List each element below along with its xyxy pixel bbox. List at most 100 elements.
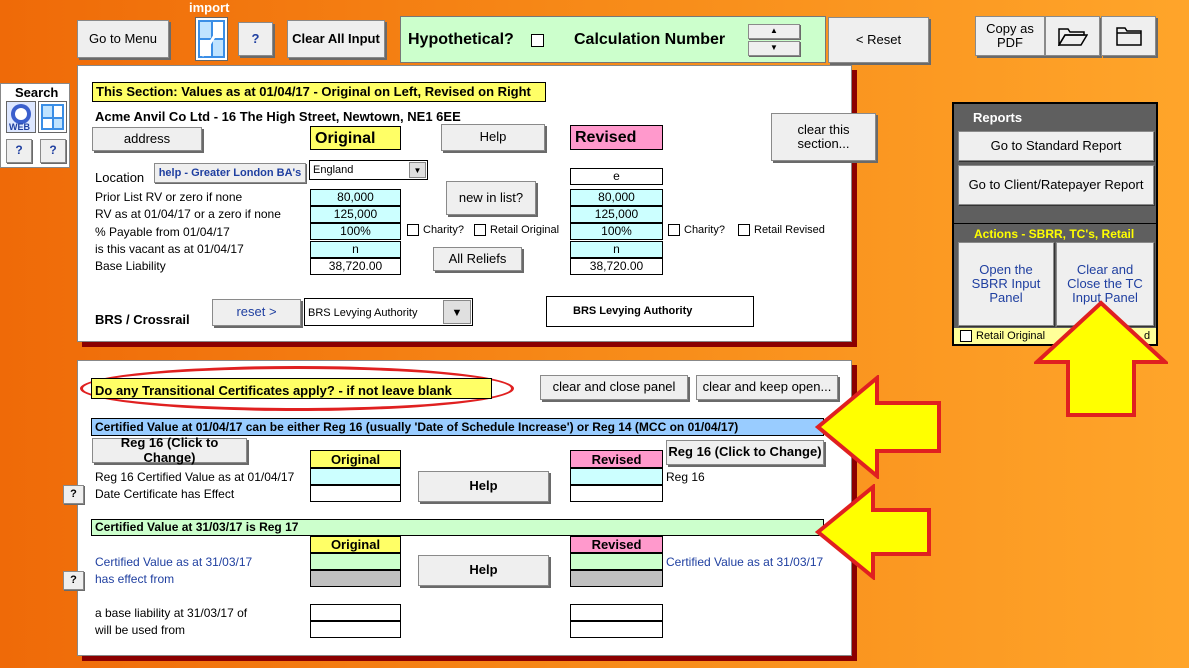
original-payable-input[interactable]: 100%: [310, 223, 401, 240]
reg17-original-value-input[interactable]: [310, 553, 401, 570]
window-search-icon[interactable]: [38, 101, 67, 133]
vacant-label: is this vacant as at 01/04/17: [95, 242, 244, 256]
clear-this-section-button[interactable]: clear this section...: [771, 113, 876, 161]
revised-header: Revised: [570, 125, 663, 150]
reg17-certified-value-header: Certified Value at 31/03/17 is Reg 17: [91, 519, 824, 536]
all-reliefs-button[interactable]: All Reliefs: [433, 247, 522, 271]
original-rv-input[interactable]: 125,000: [310, 206, 401, 223]
brs-crossrail-label: BRS / Crossrail: [95, 312, 190, 327]
reg17-question-button[interactable]: ?: [63, 571, 84, 590]
folder-button[interactable]: [1101, 16, 1156, 56]
reg17-revised-cv-label: Certified Value as at 31/03/17: [666, 555, 824, 569]
search-help-button-1[interactable]: ?: [6, 139, 32, 163]
charity-original-checkbox[interactable]: Charity?: [407, 224, 464, 237]
reg17-original-header: Original: [310, 536, 401, 553]
calculation-up-button[interactable]: ▲: [748, 24, 800, 39]
transitional-question: Do any Transitional Certificates apply? …: [91, 378, 492, 399]
brs-select-value: BRS Levying Authority: [308, 307, 418, 319]
help-button[interactable]: Help: [441, 124, 545, 151]
reg17-revised-header: Revised: [570, 536, 663, 553]
reset-button[interactable]: < Reset: [828, 17, 929, 63]
reg16-revised-header: Revised: [570, 450, 663, 468]
triangle-down-icon: ▼: [770, 43, 778, 53]
charity-original-label: Charity?: [423, 224, 464, 236]
highlight-arrow-left-icon: [815, 375, 941, 479]
retail-original-checkbox[interactable]: Retail Original: [474, 224, 559, 237]
retail-revised-checkbox[interactable]: Retail Revised: [738, 224, 825, 237]
hypothetical-bar: Hypothetical? Calculation Number ▲ ▼: [400, 16, 826, 63]
revised-prior-rv-input[interactable]: 80,000: [570, 189, 663, 206]
revised-used-from-cell: [570, 621, 663, 638]
reg16-original-toggle-button[interactable]: Reg 16 (Click to Change): [92, 436, 247, 464]
charity-revised-label: Charity?: [684, 224, 725, 236]
used-from-label: will be used from: [95, 623, 186, 637]
original-vacant-input[interactable]: n: [310, 241, 401, 258]
new-in-list-button[interactable]: new in list?: [446, 181, 536, 215]
reg16-original-date-input[interactable]: [310, 485, 401, 502]
original-header: Original: [310, 126, 401, 150]
calculation-down-button[interactable]: ▼: [748, 41, 800, 56]
chevron-down-icon[interactable]: ▼: [443, 300, 471, 324]
folder-icon: [1115, 27, 1142, 46]
reg17-cv-label: Certified Value as at 31/03/17: [95, 555, 253, 569]
original-base-liability: 38,720.00: [310, 258, 401, 275]
import-label: import: [189, 0, 230, 15]
search-title: Search: [15, 85, 59, 100]
charity-revised-checkbox[interactable]: Charity?: [668, 224, 725, 237]
date-certificate-effect-label: Date Certificate has Effect: [95, 487, 235, 501]
import-icon[interactable]: [195, 17, 228, 61]
highlight-arrow-left-icon: [815, 484, 931, 580]
go-to-client-report-button[interactable]: Go to Client/Ratepayer Report: [958, 165, 1154, 205]
calculation-number-label: Calculation Number: [574, 31, 726, 48]
help-greater-london-button[interactable]: help - Greater London BA's: [154, 163, 306, 183]
hypothetical-label: Hypothetical?: [408, 31, 514, 48]
property-address: Acme Anvil Co Ltd - 16 The High Street, …: [95, 109, 461, 124]
reg17-effect-label: has effect from: [95, 572, 175, 586]
location-label: Location: [95, 170, 145, 185]
help-question-button[interactable]: ?: [238, 22, 273, 56]
brs-levying-select[interactable]: BRS Levying Authority ▼: [304, 298, 473, 326]
reg17-original-date-input[interactable]: [310, 570, 401, 587]
address-button[interactable]: address: [92, 127, 202, 151]
reg17-revised-date-input[interactable]: [570, 570, 663, 587]
reg16-revised-value-input[interactable]: [570, 468, 663, 485]
clear-and-close-panel-button[interactable]: clear and close panel: [540, 375, 688, 400]
payable-label: % Payable from 01/04/17: [95, 225, 230, 239]
prior-rv-label: Prior List RV or zero if none: [95, 190, 243, 204]
highlight-arrow-up-icon: [1034, 300, 1168, 417]
folder-open-icon: [1057, 28, 1088, 46]
web-search-icon[interactable]: WEB: [6, 101, 36, 133]
retail-original-panel-checkbox[interactable]: Retail Original: [960, 330, 1045, 343]
clear-all-input-button[interactable]: Clear All Input: [287, 20, 385, 58]
copy-as-pdf-button[interactable]: Copy as PDF: [975, 16, 1045, 56]
brs-reset-button[interactable]: reset >: [212, 299, 301, 326]
reg17-help-button[interactable]: Help: [418, 555, 549, 586]
location-select-value: England: [313, 164, 354, 176]
revised-rv-input[interactable]: 125,000: [570, 206, 663, 223]
open-folder-button[interactable]: [1045, 16, 1100, 56]
reg17-revised-value-input[interactable]: [570, 553, 663, 570]
original-prior-rv-input[interactable]: 80,000: [310, 189, 401, 206]
reg16-revised-date-input[interactable]: [570, 485, 663, 502]
go-to-menu-button[interactable]: Go to Menu: [77, 20, 169, 58]
reg16-original-header: Original: [310, 450, 401, 468]
chevron-down-icon[interactable]: ▼: [409, 162, 426, 178]
reg16-revised-toggle-button[interactable]: Reg 16 (Click to Change): [666, 440, 824, 465]
go-to-standard-report-button[interactable]: Go to Standard Report: [958, 131, 1154, 161]
revised-location-cell[interactable]: e: [570, 168, 663, 185]
revised-payable-input[interactable]: 100%: [570, 223, 663, 240]
rv-label: RV as at 01/04/17 or a zero if none: [95, 207, 281, 221]
original-base-31-cell: [310, 604, 401, 621]
search-help-button-2[interactable]: ?: [40, 139, 66, 163]
reg16-question-button[interactable]: ?: [63, 485, 84, 504]
revised-base-liability: 38,720.00: [570, 258, 663, 275]
reg16-cv-label: Reg 16 Certified Value as at 01/04/17: [95, 470, 295, 484]
revised-vacant-input[interactable]: n: [570, 241, 663, 258]
reg16-original-value-input[interactable]: [310, 468, 401, 485]
base-liability-label: Base Liability: [95, 259, 166, 273]
reg16-help-button[interactable]: Help: [418, 471, 549, 502]
svg-text:WEB: WEB: [9, 122, 30, 132]
reg16-certified-value-header: Certified Value at 01/04/17 can be eithe…: [91, 418, 824, 436]
hypothetical-checkbox[interactable]: [531, 34, 544, 47]
location-select[interactable]: England ▼: [309, 160, 428, 180]
